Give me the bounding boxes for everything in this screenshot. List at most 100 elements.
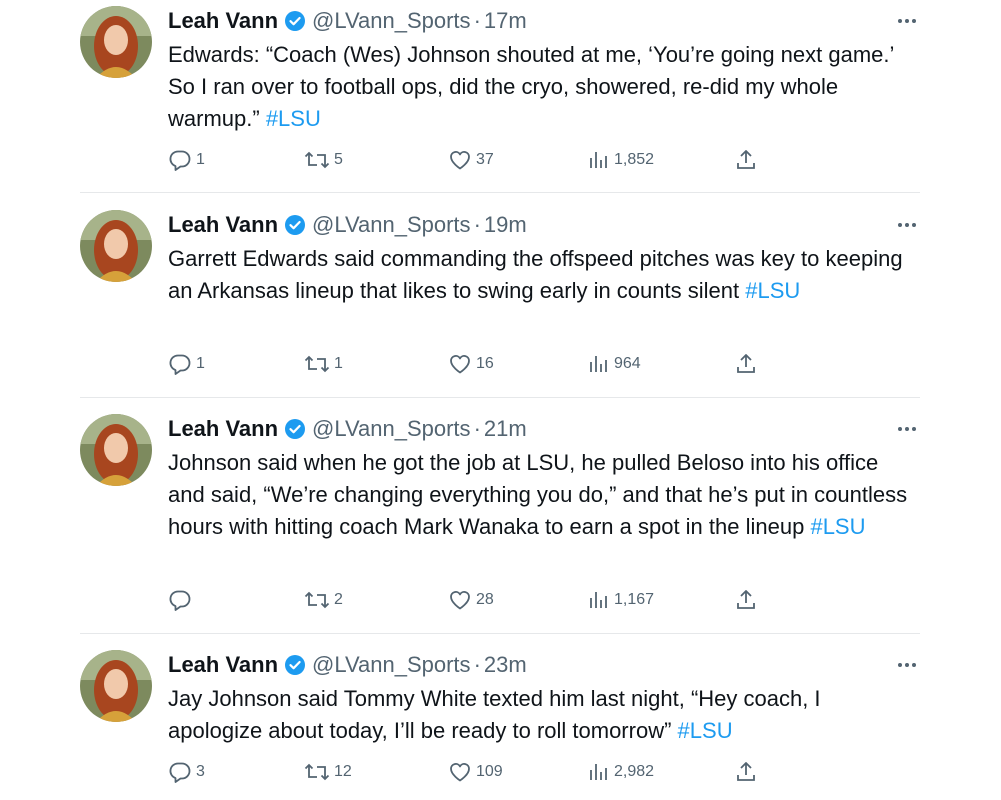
tweet-actions: 3 12 109 2,982 bbox=[168, 757, 920, 787]
more-dots-icon[interactable] bbox=[894, 650, 920, 680]
avatar-photo bbox=[80, 210, 152, 282]
separator-dot: · bbox=[473, 652, 481, 677]
more-dots-icon[interactable] bbox=[894, 6, 920, 36]
tweet-time[interactable]: 17m bbox=[484, 6, 527, 36]
share-icon bbox=[737, 590, 755, 609]
separator-dot: · bbox=[473, 212, 481, 237]
verified-badge-icon bbox=[284, 10, 306, 32]
views-button[interactable]: 1,167 bbox=[588, 585, 654, 615]
retweet-count: 1 bbox=[334, 355, 343, 372]
like-button[interactable]: 16 bbox=[448, 349, 494, 379]
tweet-body: Leah Vann @LVann_Sports · 23m Jay Johnso… bbox=[168, 650, 920, 747]
reply-icon bbox=[169, 354, 191, 375]
share-button[interactable] bbox=[735, 585, 757, 615]
heart-icon bbox=[450, 355, 470, 374]
hashtag-link[interactable]: #LSU bbox=[678, 718, 733, 743]
tweet[interactable]: Leah Vann @LVann_Sports · 17m Edwards: “… bbox=[80, 6, 920, 193]
tweet[interactable]: Leah Vann @LVann_Sports · 23m Jay Johnso… bbox=[80, 650, 920, 800]
verified-badge-icon bbox=[284, 654, 306, 676]
views-chart-icon bbox=[590, 356, 607, 372]
author-handle[interactable]: @LVann_Sports bbox=[312, 414, 471, 444]
reply-count: 1 bbox=[196, 151, 205, 168]
tweet-text: Johnson said when he got the job at LSU,… bbox=[168, 447, 920, 543]
tweet-text: Garrett Edwards said commanding the offs… bbox=[168, 243, 920, 307]
tweet-actions: 1 5 37 1,852 bbox=[168, 145, 920, 175]
avatar-photo bbox=[80, 650, 152, 722]
author-name[interactable]: Leah Vann bbox=[168, 210, 278, 240]
tweet[interactable]: Leah Vann @LVann_Sports · 21m Johnson sa… bbox=[80, 414, 920, 634]
share-button[interactable] bbox=[735, 757, 757, 787]
view-count: 1,852 bbox=[614, 151, 655, 168]
verified-badge-icon bbox=[284, 214, 306, 236]
author-handle[interactable]: @LVann_Sports bbox=[312, 210, 471, 240]
verified-badge-icon bbox=[284, 418, 306, 440]
avatar[interactable] bbox=[80, 650, 152, 722]
tweet[interactable]: Leah Vann @LVann_Sports · 19m Garrett Ed… bbox=[80, 210, 920, 398]
retweet-count: 2 bbox=[334, 591, 343, 608]
reply-icon bbox=[169, 150, 191, 171]
tweet-time[interactable]: 23m bbox=[484, 650, 527, 680]
tweet-body: Leah Vann @LVann_Sports · 21m Johnson sa… bbox=[168, 414, 920, 543]
like-count: 28 bbox=[476, 591, 494, 608]
separator-dot: · bbox=[473, 8, 481, 33]
views-button[interactable]: 1,852 bbox=[588, 145, 654, 175]
retweet-button[interactable]: 5 bbox=[304, 145, 343, 175]
retweet-button[interactable]: 12 bbox=[304, 757, 352, 787]
reply-button[interactable]: 1 bbox=[168, 349, 205, 379]
tweet-header: Leah Vann @LVann_Sports · 19m bbox=[168, 210, 920, 240]
author-name[interactable]: Leah Vann bbox=[168, 6, 278, 36]
avatar[interactable] bbox=[80, 6, 152, 78]
heart-icon bbox=[450, 591, 470, 610]
reply-button[interactable] bbox=[168, 585, 196, 615]
author-name[interactable]: Leah Vann bbox=[168, 650, 278, 680]
like-button[interactable]: 37 bbox=[448, 145, 494, 175]
hashtag-link[interactable]: #LSU bbox=[810, 514, 865, 539]
reply-count: 3 bbox=[196, 763, 205, 780]
avatar[interactable] bbox=[80, 210, 152, 282]
retweet-button[interactable]: 1 bbox=[304, 349, 343, 379]
views-button[interactable]: 2,982 bbox=[588, 757, 654, 787]
share-icon bbox=[737, 354, 755, 373]
heart-icon bbox=[450, 151, 470, 170]
views-chart-icon bbox=[590, 764, 607, 780]
views-button[interactable]: 964 bbox=[588, 349, 641, 379]
tweet-header: Leah Vann @LVann_Sports · 21m bbox=[168, 414, 920, 444]
more-dots-icon[interactable] bbox=[894, 414, 920, 444]
author-handle[interactable]: @LVann_Sports bbox=[312, 6, 471, 36]
reply-icon bbox=[169, 762, 191, 783]
share-button[interactable] bbox=[735, 349, 757, 379]
share-icon bbox=[737, 762, 755, 781]
tweet-time[interactable]: 21m bbox=[484, 414, 527, 444]
tweet-header: Leah Vann @LVann_Sports · 23m bbox=[168, 650, 920, 680]
timeline: Leah Vann @LVann_Sports · 17m Edwards: “… bbox=[0, 0, 1001, 800]
separator-dot: · bbox=[473, 416, 481, 441]
retweet-button[interactable]: 2 bbox=[304, 585, 343, 615]
reply-count: 1 bbox=[196, 355, 205, 372]
views-chart-icon bbox=[590, 592, 607, 608]
retweet-icon bbox=[304, 591, 330, 609]
more-dots-icon[interactable] bbox=[894, 210, 920, 240]
tweet-text-content: Johnson said when he got the job at LSU,… bbox=[168, 450, 908, 539]
retweet-count: 5 bbox=[334, 151, 343, 168]
hashtag-link[interactable]: #LSU bbox=[266, 106, 321, 131]
author-handle[interactable]: @LVann_Sports bbox=[312, 650, 471, 680]
like-count: 109 bbox=[476, 763, 503, 780]
like-button[interactable]: 109 bbox=[448, 757, 503, 787]
like-count: 16 bbox=[476, 355, 494, 372]
avatar-photo bbox=[80, 6, 152, 78]
avatar[interactable] bbox=[80, 414, 152, 486]
reply-button[interactable]: 1 bbox=[168, 145, 205, 175]
share-button[interactable] bbox=[735, 145, 757, 175]
retweet-icon bbox=[304, 763, 330, 781]
tweet-body: Leah Vann @LVann_Sports · 19m Garrett Ed… bbox=[168, 210, 920, 307]
like-button[interactable]: 28 bbox=[448, 585, 494, 615]
tweet-time[interactable]: 19m bbox=[484, 210, 527, 240]
heart-icon bbox=[450, 763, 470, 782]
hashtag-link[interactable]: #LSU bbox=[745, 278, 800, 303]
retweet-count: 12 bbox=[334, 763, 352, 780]
view-count: 1,167 bbox=[614, 591, 655, 608]
reply-button[interactable]: 3 bbox=[168, 757, 205, 787]
tweet-body: Leah Vann @LVann_Sports · 17m Edwards: “… bbox=[168, 6, 920, 135]
author-name[interactable]: Leah Vann bbox=[168, 414, 278, 444]
like-count: 37 bbox=[476, 151, 494, 168]
